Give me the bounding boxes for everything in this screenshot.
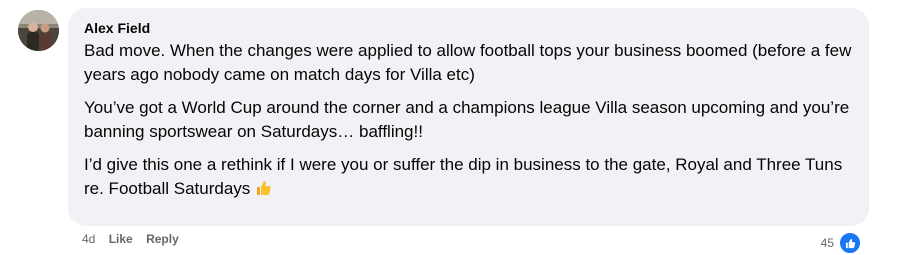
reaction-count: 45: [820, 236, 834, 250]
like-button[interactable]: Like: [109, 232, 133, 246]
comment-paragraph-1: Bad move. When the changes were applied …: [84, 41, 852, 84]
comment-author[interactable]: Alex Field: [84, 20, 855, 36]
avatar-photo: [18, 10, 59, 51]
thumbs-up-icon: [254, 179, 272, 197]
like-icon: [838, 231, 862, 255]
reaction-summary[interactable]: 45: [821, 231, 862, 255]
comment-actions: 4d Like Reply: [82, 232, 189, 246]
comment-bubble: Alex Field Bad move. When the changes we…: [68, 8, 869, 226]
comment-paragraph-2: You’ve got a World Cup around the corner…: [84, 98, 850, 141]
comment-paragraph-3: I’d give this one a rethink if I were yo…: [84, 153, 855, 201]
avatar[interactable]: [18, 10, 59, 51]
reply-button[interactable]: Reply: [146, 232, 179, 246]
comment-paragraph-3-text: I’d give this one a rethink if I were yo…: [84, 155, 843, 198]
comment-timestamp[interactable]: 4d: [82, 232, 95, 246]
